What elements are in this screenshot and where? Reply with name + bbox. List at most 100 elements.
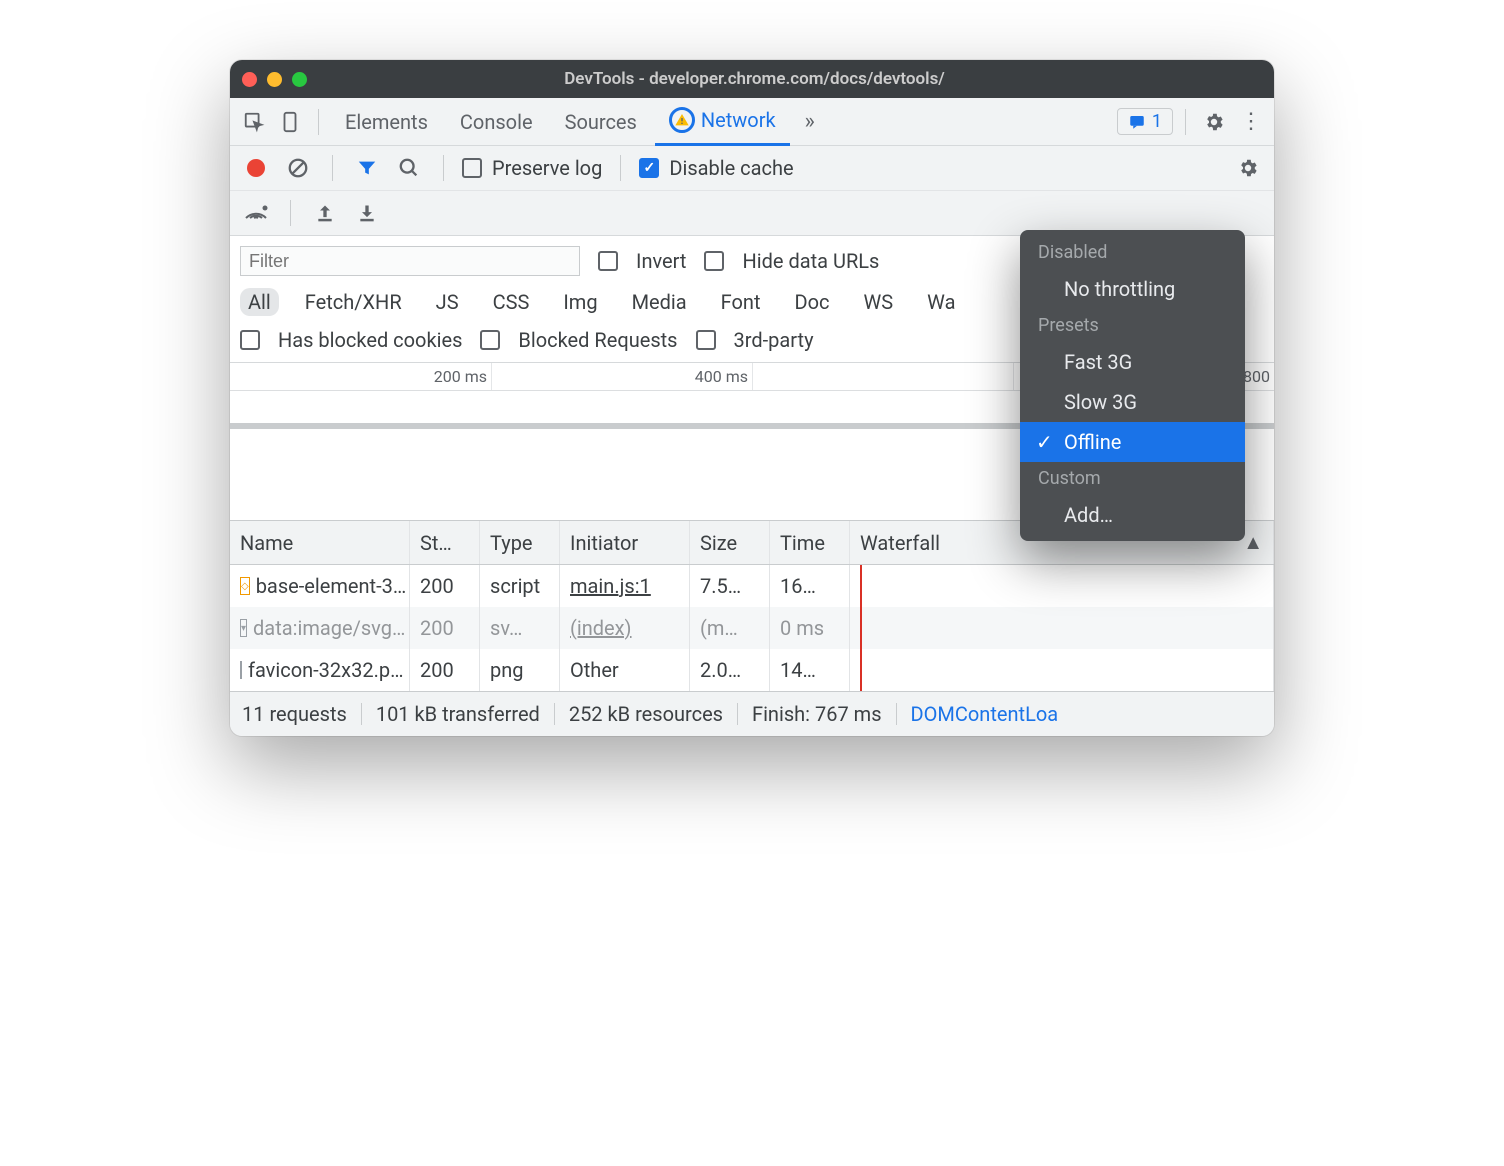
type-filter-all[interactable]: All — [240, 288, 279, 316]
col-initiator[interactable]: Initiator — [560, 521, 690, 564]
col-status[interactable]: St… — [410, 521, 480, 564]
type-filter-media[interactable]: Media — [624, 288, 695, 316]
separator — [620, 155, 621, 181]
dd-group-presets: Presets — [1020, 309, 1245, 342]
initiator-link[interactable]: (index) — [570, 616, 632, 640]
svg-file-icon: ▾ — [240, 619, 247, 637]
type-filter-fetch-xhr[interactable]: Fetch/XHR — [297, 288, 410, 316]
waterfall-cell — [850, 649, 1274, 691]
request-time: 14… — [770, 649, 850, 691]
request-time: 16… — [770, 565, 850, 607]
device-toggle-icon[interactable] — [274, 106, 306, 138]
disable-cache-checkbox[interactable] — [639, 158, 659, 178]
issues-badge[interactable]: 1 — [1117, 108, 1173, 135]
network-settings-icon[interactable] — [1232, 152, 1264, 184]
type-filter-js[interactable]: JS — [428, 288, 467, 316]
throttling-dropdown[interactable]: Disabled No throttling Presets Fast 3G S… — [1020, 230, 1245, 541]
close-button[interactable] — [242, 72, 257, 87]
dd-add[interactable]: Add… — [1020, 495, 1245, 535]
issues-count: 1 — [1152, 111, 1162, 132]
devtools-window: DevTools - developer.chrome.com/docs/dev… — [230, 60, 1274, 736]
type-filter-doc[interactable]: Doc — [787, 288, 838, 316]
type-filter-font[interactable]: Font — [713, 288, 769, 316]
separator — [1185, 109, 1186, 135]
request-name: data:image/svg… — [253, 616, 405, 640]
request-name: base-element-3… — [256, 574, 407, 598]
third-party-label: 3rd-party — [734, 328, 814, 352]
filter-icon[interactable] — [351, 152, 383, 184]
col-type[interactable]: Type — [480, 521, 560, 564]
blocked-cookies-label: Has blocked cookies — [278, 328, 462, 352]
footer-transferred: 101 kB transferred — [376, 702, 540, 726]
table-row[interactable]: ▾ data:image/svg…200sv… (index) (m…0 ms — [230, 607, 1274, 649]
request-status: 200 — [410, 649, 480, 691]
clear-icon[interactable] — [282, 152, 314, 184]
record-button[interactable] — [240, 152, 272, 184]
request-time: 0 ms — [770, 607, 850, 649]
download-har-icon[interactable] — [351, 197, 383, 229]
preserve-log-label: Preserve log — [492, 156, 602, 180]
status-footer: 11 requests 101 kB transferred 252 kB re… — [230, 691, 1274, 736]
footer-requests: 11 requests — [242, 702, 347, 726]
table-row[interactable]: ◇ base-element-3…200script main.js:1 7.5…16… — [230, 565, 1274, 607]
col-size[interactable]: Size — [690, 521, 770, 564]
dd-fast-3g[interactable]: Fast 3G — [1020, 342, 1245, 382]
request-status: 200 — [410, 565, 480, 607]
dd-no-throttling[interactable]: No throttling — [1020, 269, 1245, 309]
network-toolbar-row2 — [230, 190, 1274, 235]
footer-finish: Finish: 767 ms — [752, 702, 882, 726]
request-name: favicon-32x32.p… — [248, 658, 403, 682]
initiator-text: Other — [570, 658, 619, 682]
footer-dcl: DOMContentLoa — [911, 702, 1059, 726]
titlebar: DevTools - developer.chrome.com/docs/dev… — [230, 60, 1274, 98]
throttling-conditions-icon[interactable] — [240, 197, 272, 229]
tab-network[interactable]: Network — [655, 97, 790, 146]
type-filter-img[interactable]: Img — [555, 288, 605, 316]
kebab-menu-icon[interactable]: ⋮ — [1234, 106, 1266, 138]
separator — [318, 109, 319, 135]
inspect-icon[interactable] — [238, 106, 270, 138]
col-time[interactable]: Time — [770, 521, 850, 564]
request-status: 200 — [410, 607, 480, 649]
upload-har-icon[interactable] — [309, 197, 341, 229]
dd-offline[interactable]: Offline — [1020, 422, 1245, 462]
tabbar: Elements Console Sources Network » 1 ⋮ — [230, 98, 1274, 146]
third-party-checkbox[interactable] — [696, 330, 716, 350]
initiator-link[interactable]: main.js:1 — [570, 574, 651, 598]
filter-input[interactable] — [240, 246, 580, 276]
settings-icon[interactable] — [1198, 106, 1230, 138]
type-filter-wa[interactable]: Wa — [919, 288, 963, 316]
minimize-button[interactable] — [267, 72, 282, 87]
tab-elements[interactable]: Elements — [331, 100, 442, 144]
network-table: Name St… Type Initiator Size Time Waterf… — [230, 521, 1274, 691]
type-filter-ws[interactable]: WS — [856, 288, 902, 316]
preserve-log-checkbox[interactable] — [462, 158, 482, 178]
hide-data-urls-label: Hide data URLs — [742, 249, 879, 273]
hide-data-urls-checkbox[interactable] — [704, 251, 724, 271]
request-size: 7.5… — [690, 565, 770, 607]
tab-sources[interactable]: Sources — [551, 100, 651, 144]
col-name[interactable]: Name — [230, 521, 410, 564]
tab-console[interactable]: Console — [446, 100, 547, 144]
waterfall-cell — [850, 565, 1274, 607]
footer-resources: 252 kB resources — [569, 702, 723, 726]
maximize-button[interactable] — [292, 72, 307, 87]
blocked-requests-checkbox[interactable] — [480, 330, 500, 350]
dd-group-custom: Custom — [1020, 462, 1245, 495]
type-filter-css[interactable]: CSS — [485, 288, 538, 316]
blocked-cookies-checkbox[interactable] — [240, 330, 260, 350]
request-type: script — [480, 565, 560, 607]
sort-indicator-icon: ▲ — [1243, 530, 1263, 555]
table-row[interactable]: favicon-32x32.p…200pngOther2.0…14… — [230, 649, 1274, 691]
js-file-icon: ◇ — [240, 577, 250, 595]
request-size: (m… — [690, 607, 770, 649]
network-toolbar: Preserve log Disable cache — [230, 146, 1274, 190]
request-type: sv… — [480, 607, 560, 649]
invert-checkbox[interactable] — [598, 251, 618, 271]
dd-slow-3g[interactable]: Slow 3G — [1020, 382, 1245, 422]
more-tabs-icon[interactable]: » — [794, 106, 826, 138]
search-icon[interactable] — [393, 152, 425, 184]
invert-label: Invert — [636, 249, 686, 273]
waterfall-cell — [850, 607, 1274, 649]
separator — [332, 155, 333, 181]
